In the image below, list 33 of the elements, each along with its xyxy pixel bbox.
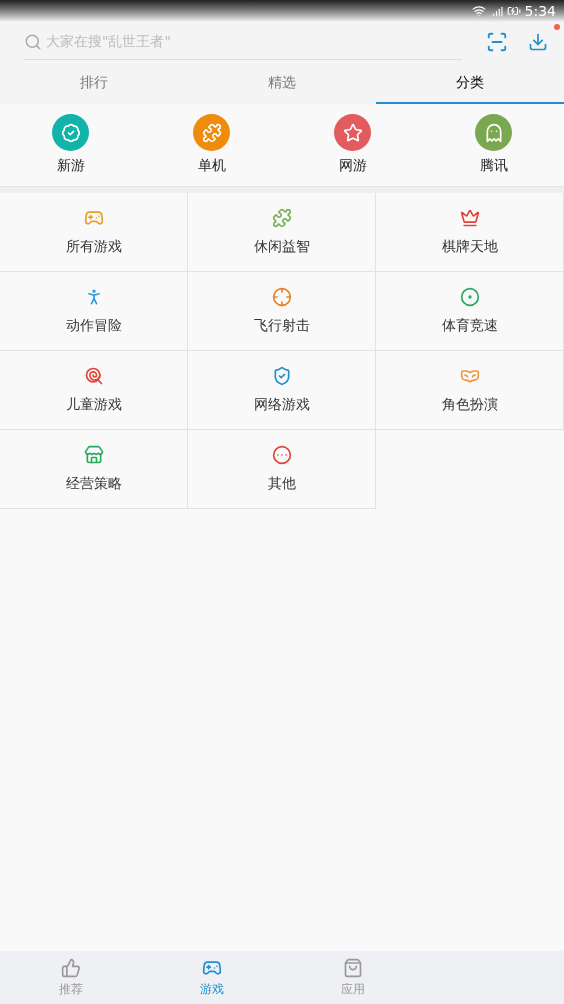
battery-icon <box>506 4 521 18</box>
status-time: 5:34 <box>524 1 556 21</box>
category-tile[interactable]: 角色扮演 <box>376 351 564 430</box>
category-tile[interactable]: 儿童游戏 <box>0 351 188 430</box>
tab[interactable]: 排行 <box>0 62 188 104</box>
category-tile[interactable]: 其他 <box>188 430 376 509</box>
wifi-icon <box>471 4 486 18</box>
category-label[interactable]: 新游 <box>56 155 85 176</box>
category-tile[interactable]: 所有游戏 <box>0 193 188 272</box>
category-badge[interactable] <box>475 114 512 151</box>
puzzle-icon <box>201 122 222 143</box>
category-label[interactable]: 网游 <box>338 155 367 176</box>
category-tile[interactable]: 休闲益智 <box>188 193 376 272</box>
star-icon <box>342 122 363 143</box>
category-badge[interactable] <box>334 114 371 151</box>
category-tile[interactable]: 经营策略 <box>0 430 188 509</box>
category-tile[interactable]: 棋牌天地 <box>376 193 564 272</box>
category-tile[interactable]: 飞行射击 <box>188 272 376 351</box>
tab[interactable]: 精选 <box>188 62 376 104</box>
category-label[interactable]: 单机 <box>197 155 226 176</box>
category-tile[interactable]: 网络游戏 <box>188 351 376 430</box>
thumbs-up-icon <box>60 957 81 978</box>
search-icon <box>24 32 42 51</box>
badge-icon <box>60 122 81 143</box>
category-tile[interactable]: 动作冒险 <box>0 272 188 351</box>
signal-icon <box>489 4 503 18</box>
scan-icon[interactable] <box>486 31 508 53</box>
bag-icon <box>342 957 363 978</box>
category-badge[interactable] <box>193 114 230 151</box>
download-icon[interactable] <box>528 32 548 52</box>
category-tile[interactable]: 体育竞速 <box>376 272 564 351</box>
category-badge[interactable] <box>52 114 89 151</box>
category-label[interactable]: 腾讯 <box>479 155 508 176</box>
